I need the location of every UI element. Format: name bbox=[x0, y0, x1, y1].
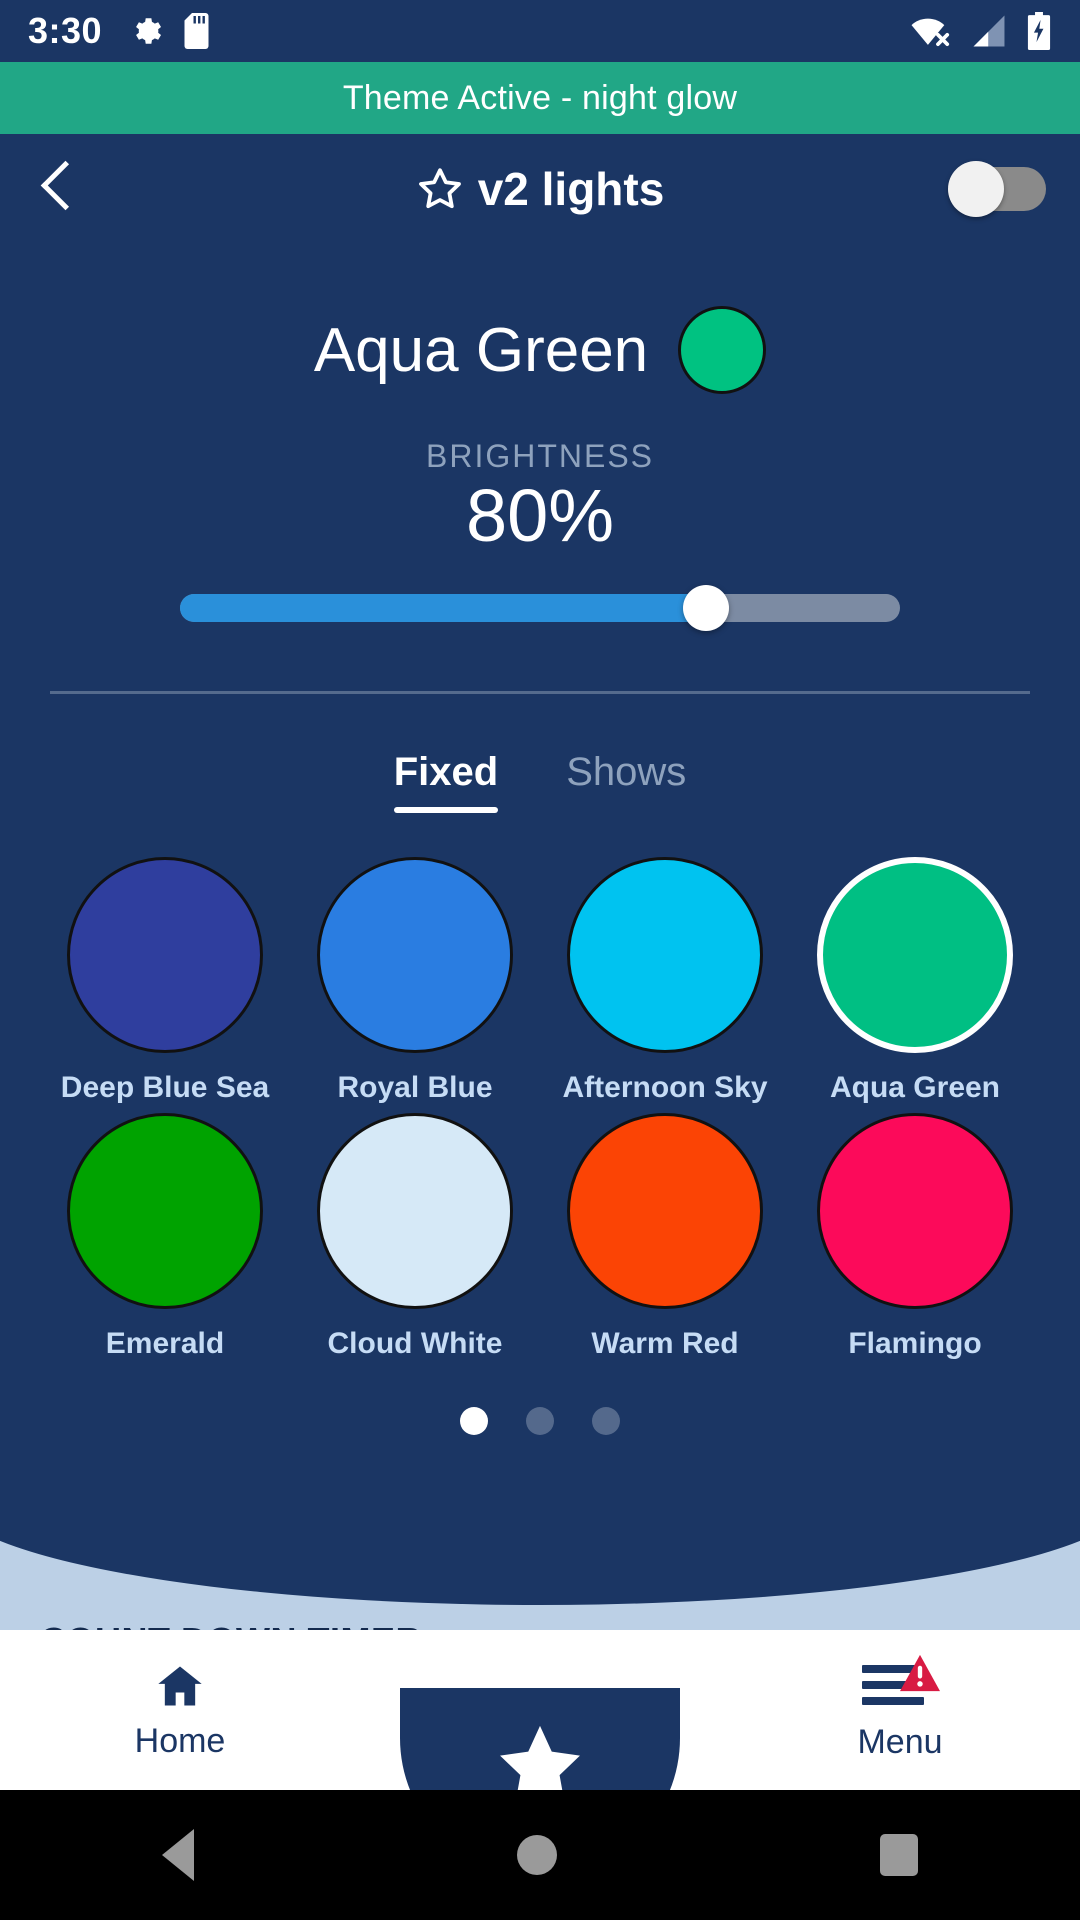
bottom-navigation-bar: Home Menu bbox=[0, 1630, 1080, 1878]
app-header: v2 lights bbox=[0, 134, 1080, 244]
brightness-slider[interactable] bbox=[180, 584, 900, 631]
brightness-value: 80% bbox=[465, 474, 615, 557]
swatch-flamingo[interactable]: Flamingo bbox=[790, 1112, 1040, 1361]
warning-triangle-icon bbox=[900, 1654, 940, 1691]
swatch-label: Royal Blue bbox=[337, 1070, 493, 1104]
current-color-row: Aqua Green bbox=[0, 306, 1080, 394]
status-bar-clock: 3:30 bbox=[28, 10, 103, 51]
mode-tabs: Fixed Shows bbox=[0, 750, 1080, 813]
swatch-deep-blue-sea[interactable]: Deep Blue Sea bbox=[40, 856, 290, 1105]
swatch-afternoon-sky[interactable]: Afternoon Sky bbox=[540, 856, 790, 1105]
status-bar-system-icons bbox=[910, 12, 1052, 50]
android-system-nav bbox=[0, 1790, 1080, 1920]
brightness-slider-fill bbox=[180, 593, 706, 622]
battery-charging-icon bbox=[1027, 12, 1051, 50]
tab-label: Fixed bbox=[393, 749, 499, 794]
nav-label-menu: Menu bbox=[857, 1722, 943, 1761]
swatch-circle bbox=[317, 856, 513, 1053]
pager-dot[interactable] bbox=[460, 1406, 488, 1435]
back-chevron-icon[interactable] bbox=[34, 154, 82, 224]
current-color-name: Aqua Green bbox=[313, 315, 649, 385]
theme-active-banner: Theme Active - night glow bbox=[0, 62, 1080, 134]
swatch-label: Afternoon Sky bbox=[562, 1070, 768, 1104]
sd-card-icon bbox=[184, 13, 209, 49]
swatch-emerald[interactable]: Emerald bbox=[40, 1112, 290, 1361]
swatch-label: Flamingo bbox=[848, 1326, 982, 1360]
gear-icon bbox=[136, 18, 162, 44]
power-toggle-knob bbox=[948, 161, 1004, 217]
pager-dot[interactable] bbox=[592, 1406, 620, 1435]
current-color-swatch bbox=[678, 306, 767, 394]
swatch-cloud-white[interactable]: Cloud White bbox=[290, 1112, 540, 1361]
tab-label: Shows bbox=[566, 749, 687, 794]
swatch-circle bbox=[567, 1112, 763, 1309]
color-swatch-grid: Deep Blue Sea Royal Blue Afternoon Sky Aqua… bbox=[40, 856, 1040, 1361]
page-title: v2 lights bbox=[477, 163, 665, 215]
signal-icon bbox=[973, 15, 1005, 47]
swatch-circle bbox=[817, 1112, 1013, 1309]
swatch-circle bbox=[67, 856, 263, 1053]
swatch-royal-blue[interactable]: Royal Blue bbox=[290, 856, 540, 1105]
status-bar-notification-icons bbox=[128, 13, 212, 49]
section-divider bbox=[50, 690, 1030, 694]
tab-shows[interactable]: Shows bbox=[566, 750, 686, 813]
swatch-aqua-green[interactable]: Aqua Green bbox=[790, 856, 1040, 1105]
nav-item-home[interactable]: Home bbox=[0, 1660, 360, 1761]
wifi-off-icon bbox=[911, 18, 950, 46]
pager-dots bbox=[0, 1406, 1080, 1435]
nav-label-home: Home bbox=[134, 1721, 226, 1760]
android-home-button[interactable] bbox=[516, 1835, 557, 1875]
brightness-label: BRIGHTNESS bbox=[425, 438, 655, 474]
swatch-label: Deep Blue Sea bbox=[60, 1070, 270, 1104]
brightness-slider-knob[interactable] bbox=[682, 584, 729, 631]
swatch-circle bbox=[567, 856, 763, 1053]
header-title-group: v2 lights bbox=[0, 162, 1080, 216]
swatch-label: Cloud White bbox=[327, 1326, 503, 1360]
swatch-warm-red[interactable]: Warm Red bbox=[540, 1112, 790, 1361]
nav-item-menu[interactable]: Menu bbox=[720, 1654, 1080, 1762]
power-toggle[interactable] bbox=[948, 161, 1046, 217]
status-bar: 3:30 bbox=[0, 0, 1080, 62]
swatch-circle bbox=[317, 1112, 513, 1309]
theme-banner-text: Theme Active - night glow bbox=[342, 78, 738, 117]
android-back-button[interactable] bbox=[161, 1829, 194, 1881]
swatch-label: Aqua Green bbox=[829, 1070, 1001, 1104]
android-recents-button[interactable] bbox=[880, 1834, 919, 1876]
home-icon bbox=[158, 1666, 202, 1705]
panel-curve-decoration bbox=[0, 1495, 1080, 1605]
tab-fixed[interactable]: Fixed bbox=[393, 749, 499, 813]
swatch-label: Emerald bbox=[105, 1326, 225, 1360]
hamburger-menu-icon bbox=[862, 1654, 940, 1713]
swatch-circle bbox=[67, 1112, 263, 1309]
star-outline-icon bbox=[418, 168, 461, 209]
swatch-circle bbox=[817, 856, 1013, 1053]
pager-dot[interactable] bbox=[526, 1406, 554, 1435]
swatch-label: Warm Red bbox=[591, 1326, 739, 1360]
